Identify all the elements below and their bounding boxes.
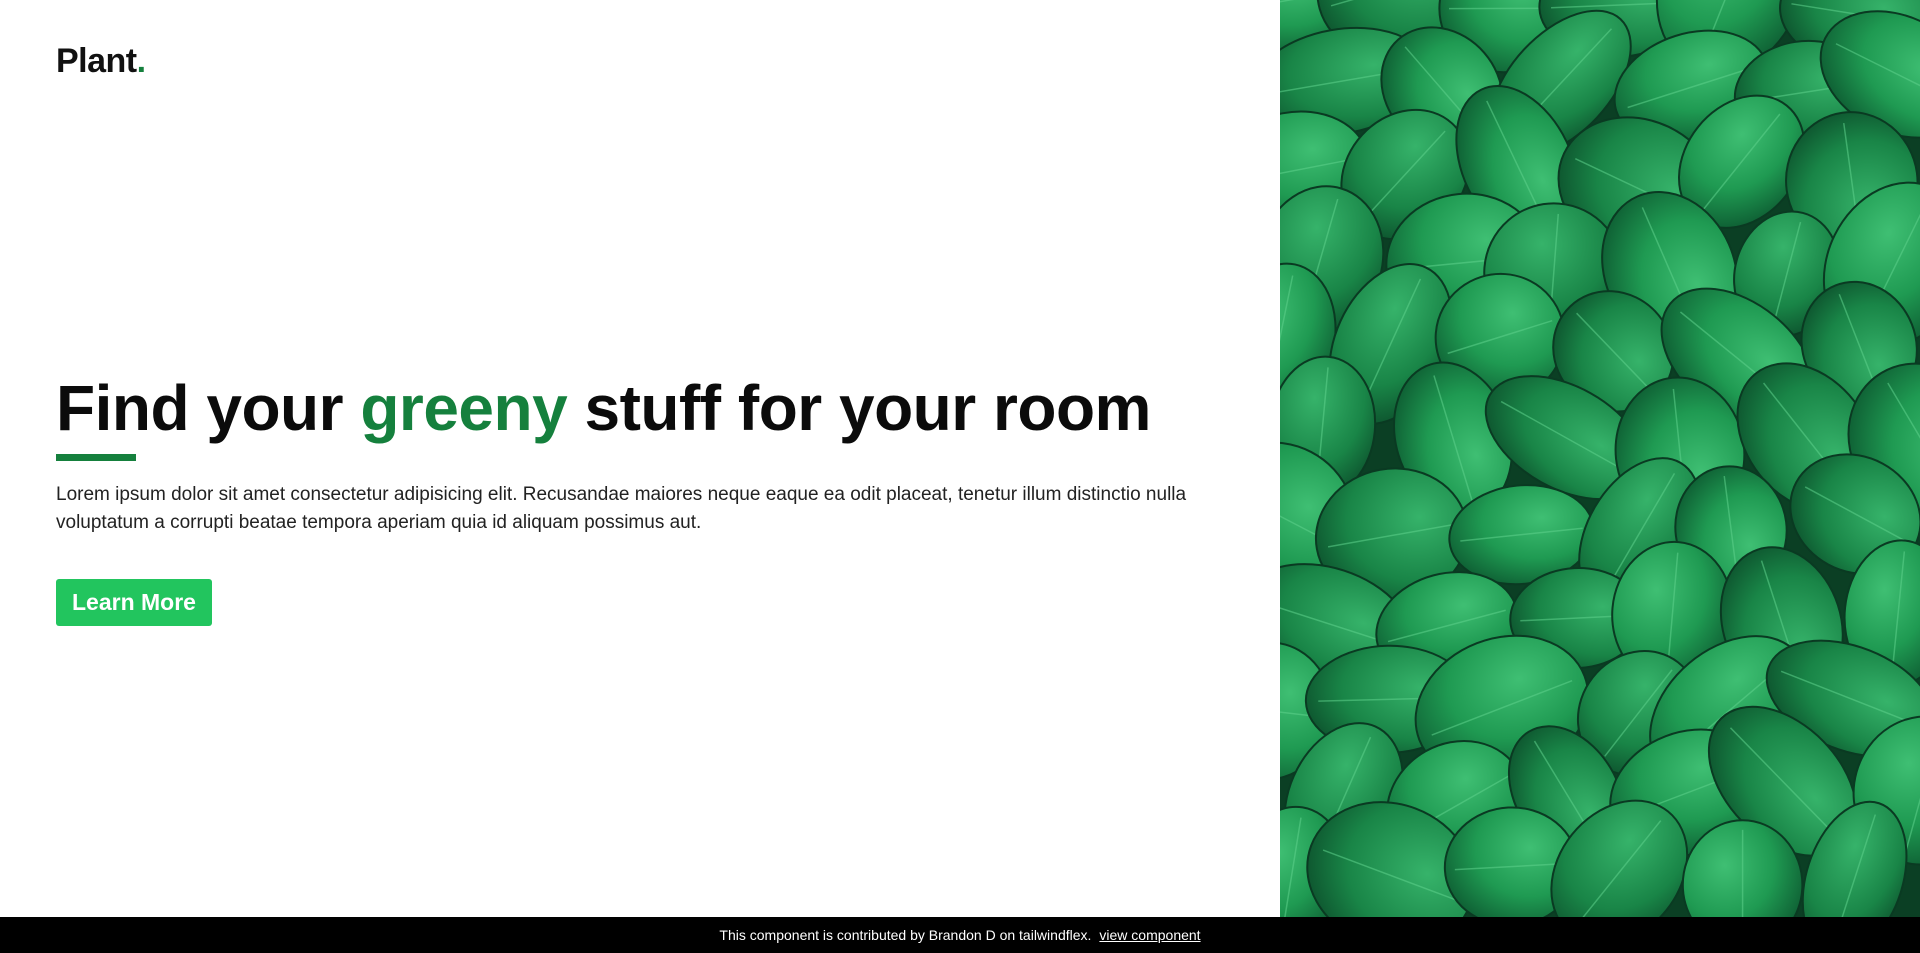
hero-description: Lorem ipsum dolor sit amet consectetur a… — [56, 484, 1187, 533]
hero-content: Find your greeny stuff for your room Lor… — [56, 370, 1236, 626]
attribution-text: This component is contributed by Brandon… — [719, 927, 1092, 943]
brand-dot: . — [136, 42, 146, 80]
hero-headline: Find your greeny stuff for your room — [56, 370, 1236, 446]
hero-panel: Plant. Find your greeny stuff for your r… — [0, 0, 1280, 917]
leaves-photo-illustration — [1280, 0, 1920, 917]
brand-name: Plant — [56, 42, 137, 80]
landing-page: Plant. Find your greeny stuff for your r… — [0, 0, 1920, 917]
learn-more-button[interactable]: Learn More — [56, 579, 212, 626]
headline-start: Find your — [56, 372, 361, 444]
headline-end: stuff for your room — [567, 372, 1151, 444]
view-component-link[interactable]: view component — [1099, 927, 1200, 943]
brand-logo[interactable]: Plant. — [56, 42, 146, 81]
headline-accent: greeny — [360, 372, 568, 444]
leaves-image — [1280, 0, 1920, 917]
attribution-footer: This component is contributed by Brandon… — [0, 917, 1920, 953]
headline-underline — [56, 454, 136, 461]
